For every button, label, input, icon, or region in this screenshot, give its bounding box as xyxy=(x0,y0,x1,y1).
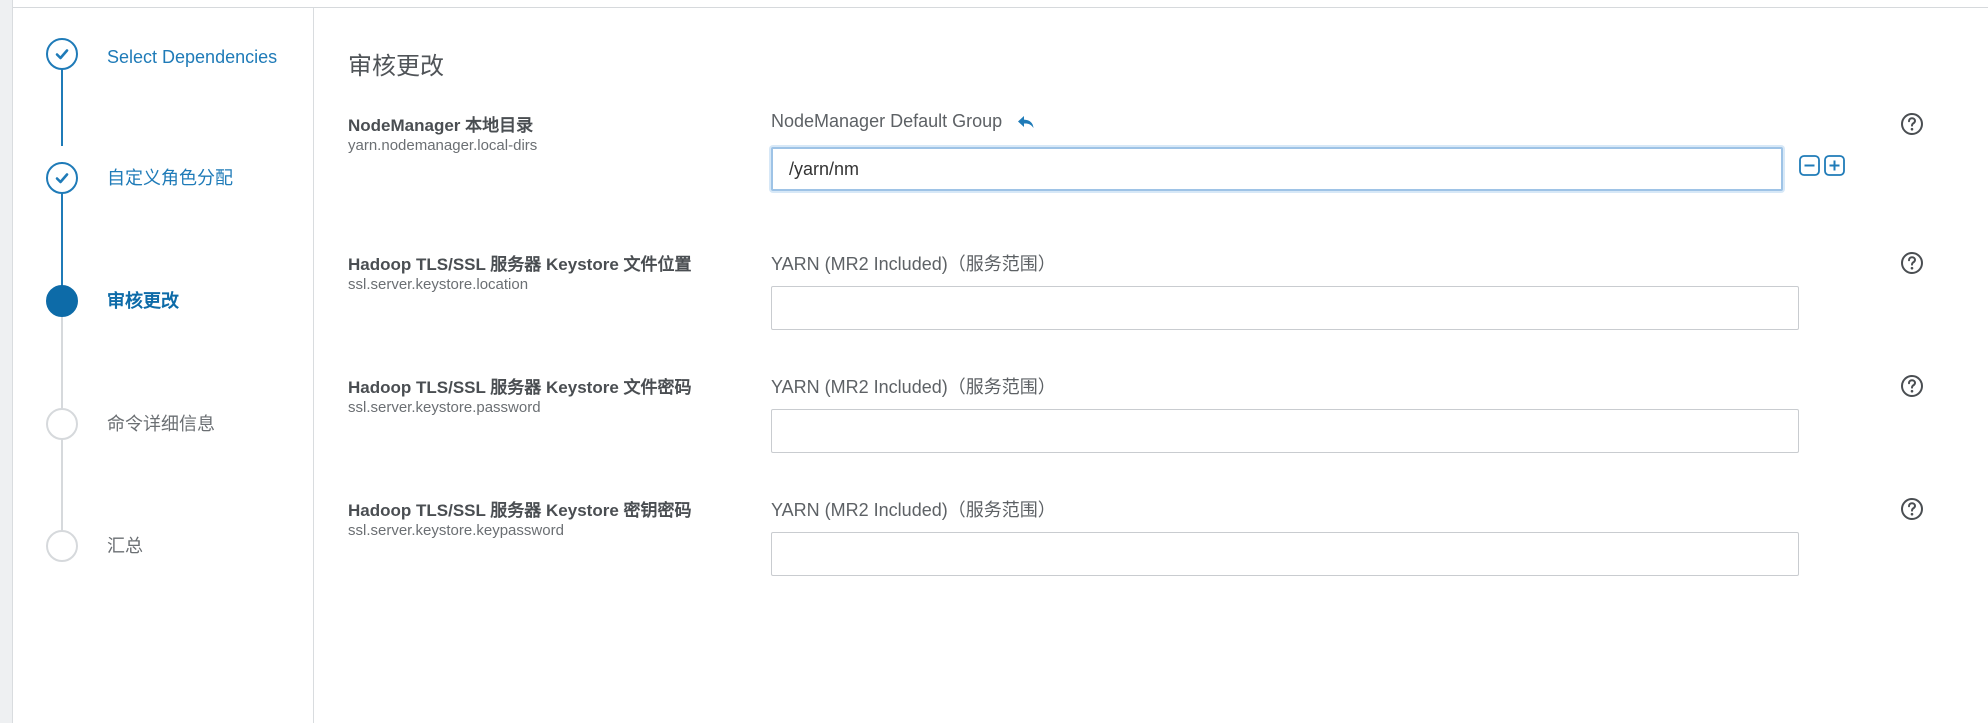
step-5-label: 汇总 xyxy=(107,536,143,556)
step-4-circle xyxy=(46,408,78,440)
property-key: ssl.server.keystore.keypassword xyxy=(348,522,564,539)
property-key: yarn.nodemanager.local-dirs xyxy=(348,137,538,154)
step-4-label: 命令详细信息 xyxy=(107,414,215,434)
property-name: Hadoop TLS/SSL 服务器 Keystore 文件位置 xyxy=(348,255,692,274)
property-name: NodeManager 本地目录 xyxy=(348,116,534,135)
step-2-label[interactable]: 自定义角色分配 xyxy=(107,165,297,191)
page-title: 审核更改 xyxy=(348,53,444,80)
step-connector xyxy=(61,310,63,418)
step-1-label[interactable]: Select Dependencies xyxy=(107,44,297,70)
check-icon xyxy=(55,173,69,184)
scope-label: YARN (MR2 Included)（服务范围） xyxy=(771,254,1056,274)
undo-arrow-icon[interactable] xyxy=(1016,113,1036,131)
step-3-label: 审核更改 xyxy=(107,291,179,311)
review-changes-panel: 审核更改 NodeManager 本地目录 yarn.nodemanager.l… xyxy=(314,8,1988,723)
step-2-check-icon[interactable] xyxy=(46,162,78,194)
property-name: Hadoop TLS/SSL 服务器 Keystore 密钥密码 xyxy=(348,501,692,520)
property-scope: NodeManager Default Group xyxy=(771,111,1036,132)
value-list-stepper xyxy=(1799,155,1845,176)
question-circle-icon[interactable] xyxy=(1900,374,1924,398)
property-name: Hadoop TLS/SSL 服务器 Keystore 文件密码 xyxy=(348,378,692,397)
question-circle-icon[interactable] xyxy=(1900,497,1924,521)
question-circle-icon[interactable] xyxy=(1900,112,1924,136)
wizard-steps-sidebar: Select Dependencies 自定义角色分配 审核更改 命令详细信息 … xyxy=(13,8,314,723)
left-gutter xyxy=(0,0,13,723)
property-scope: YARN (MR2 Included)（服务范围） xyxy=(771,250,1056,276)
step-5-circle xyxy=(46,530,78,562)
property-key: ssl.server.keystore.location xyxy=(348,276,529,293)
keystore-password-input[interactable] xyxy=(771,409,1799,453)
step-3-active-dot xyxy=(46,285,78,317)
scope-label: YARN (MR2 Included)（服务范围） xyxy=(771,500,1056,520)
wizard-page: Select Dependencies 自定义角色分配 审核更改 命令详细信息 … xyxy=(0,0,1988,723)
step-connector xyxy=(61,434,63,542)
keystore-location-input[interactable] xyxy=(771,286,1799,330)
property-scope: YARN (MR2 Included)（服务范围） xyxy=(771,373,1056,399)
step-connector xyxy=(61,58,63,146)
step-1-check-icon[interactable] xyxy=(46,38,78,70)
keystore-keypassword-input[interactable] xyxy=(771,532,1799,576)
property-scope: YARN (MR2 Included)（服务范围） xyxy=(771,496,1056,522)
scope-label: NodeManager Default Group xyxy=(771,111,1003,131)
question-circle-icon[interactable] xyxy=(1900,251,1924,275)
local-dirs-input[interactable] xyxy=(771,147,1783,191)
scope-label: YARN (MR2 Included)（服务范围） xyxy=(771,377,1056,397)
minus-square-icon[interactable] xyxy=(1799,155,1820,176)
check-icon xyxy=(55,49,69,60)
property-key: ssl.server.keystore.password xyxy=(348,399,541,416)
top-border xyxy=(0,0,1988,8)
plus-square-icon[interactable] xyxy=(1824,155,1845,176)
